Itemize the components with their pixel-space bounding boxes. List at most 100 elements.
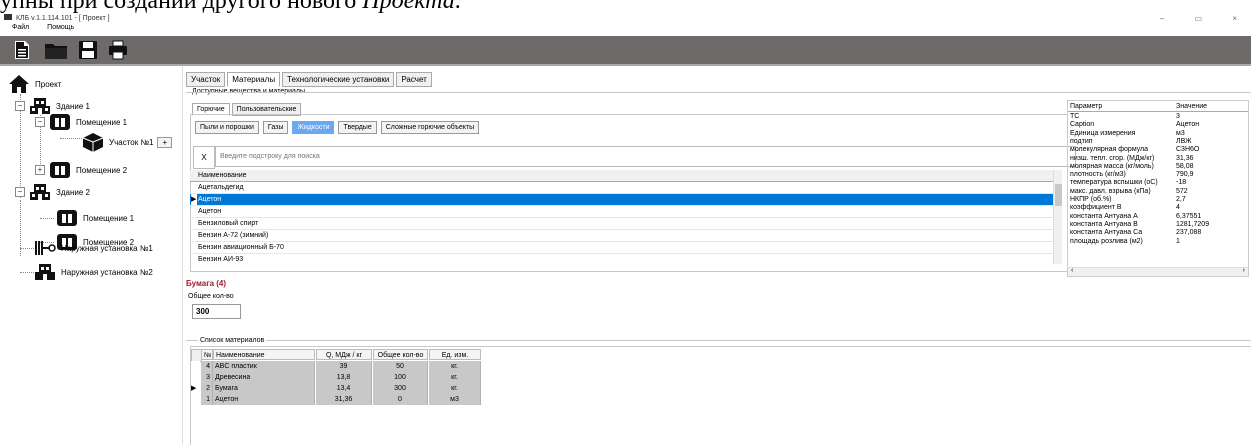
tree-node-section-1[interactable]: Участок №1 + xyxy=(82,132,173,152)
save-disk-icon[interactable] xyxy=(78,40,98,60)
substances-scrollbar[interactable] xyxy=(1053,170,1062,264)
tree-node-room-2-1[interactable]: Помещение 1 xyxy=(56,208,134,228)
category-solids-button[interactable]: Твердые xyxy=(338,121,377,134)
tree-node-room-1-2[interactable]: + Помещение 2 xyxy=(35,160,127,180)
scrollbar-thumb[interactable] xyxy=(1055,184,1062,206)
param-name: температура вспышки (оС) xyxy=(1070,179,1158,187)
search-clear-button[interactable]: X xyxy=(193,146,215,169)
table-row[interactable]: Ацетон xyxy=(190,206,1062,218)
category-liquids-button[interactable]: Жидкости xyxy=(292,121,335,134)
table-row[interactable]: 3 Древесина 13,8 100 кг. xyxy=(191,372,483,383)
quantity-input[interactable]: 300 xyxy=(192,304,241,319)
param-row[interactable]: ТС 3 xyxy=(1068,113,1248,121)
param-row[interactable]: площадь розлива (м2) 1 xyxy=(1068,238,1248,246)
menu-file[interactable]: Файл xyxy=(12,24,29,31)
table-row[interactable]: ▶ 2 Бумага 13,4 300 кг. xyxy=(191,383,483,394)
cell: Бумага xyxy=(213,383,315,394)
param-row[interactable]: молярная масса (кг/моль) 58,08 xyxy=(1068,163,1248,171)
scroll-left-icon[interactable]: ‹ xyxy=(1071,267,1073,274)
param-name: коэффициент В xyxy=(1070,204,1122,212)
param-name: константа Антуана Са xyxy=(1070,229,1143,237)
open-folder-icon[interactable] xyxy=(44,40,68,60)
tree-node-room-1-1[interactable]: − Помещение 1 xyxy=(35,112,127,132)
window-controls[interactable]: – ▭ × xyxy=(1160,14,1251,23)
tree-label-building-1: Здание 1 xyxy=(56,101,90,111)
table-row[interactable]: Бензин авиационный Б-70 xyxy=(190,242,1062,254)
tab-calculation[interactable]: Расчет xyxy=(396,72,432,87)
new-document-icon[interactable] xyxy=(12,40,32,60)
cell: 1 xyxy=(201,394,213,405)
tree-label-outdoor-2: Наружная установка №2 xyxy=(61,267,153,277)
column-header: Общее кол-во xyxy=(373,349,428,360)
param-value: 237,088 xyxy=(1176,229,1202,237)
table-row[interactable]: Бензиловый спирт xyxy=(190,218,1062,230)
tab-tech-installations[interactable]: Технологические установки xyxy=(282,72,395,87)
param-row[interactable]: молекулярная формула C3H6O xyxy=(1068,146,1248,154)
project-tree: Проект − Здание 1 − Помещение 1 Участок … xyxy=(0,68,182,444)
param-name: молярная масса (кг/моль) xyxy=(1070,162,1154,170)
cell: 31,36 xyxy=(316,394,372,405)
param-row[interactable]: низш. тепл. сгор. (МДж/кг) 31,36 xyxy=(1068,155,1248,163)
category-complex-button[interactable]: Сложные горючие объекты xyxy=(380,121,480,134)
table-row[interactable]: Бензин А-72 (зимний) xyxy=(190,230,1062,242)
table-row[interactable]: 4 ABC пластик 39 50 кг. xyxy=(191,361,483,372)
section-cube-icon xyxy=(82,133,104,152)
param-value: 3 xyxy=(1176,113,1180,120)
param-row[interactable]: макс. давл. взрыва (кПа) 572 xyxy=(1068,188,1248,196)
param-row[interactable]: подтип ЛВЖ xyxy=(1068,138,1248,146)
column-header: Q, МДж / кг xyxy=(316,349,372,360)
param-row[interactable]: константа Антуана В 1281,7209 xyxy=(1068,221,1248,229)
table-row[interactable]: Бензин АИ-93 xyxy=(190,254,1062,264)
tree-node-outdoor-1[interactable]: Наружная установка №1 xyxy=(34,238,153,258)
param-name: низш. тепл. сгор. (МДж/кг) xyxy=(1070,154,1155,162)
cell: кг. xyxy=(429,372,481,383)
param-name: плотность (кг/м3) xyxy=(1070,171,1126,179)
param-value: ЛВЖ xyxy=(1176,137,1192,145)
tree-node-outdoor-2[interactable]: Наружная установка №2 xyxy=(34,262,153,282)
param-name: молекулярная формула xyxy=(1070,146,1149,154)
param-row[interactable]: НКПР (об.%) 2,7 xyxy=(1068,196,1248,204)
search-input[interactable] xyxy=(215,146,1076,167)
cell: 50 xyxy=(373,361,428,372)
param-name: подтип xyxy=(1070,137,1093,145)
param-row[interactable]: Единица измерения м3 xyxy=(1068,130,1248,138)
building-icon xyxy=(30,184,50,200)
param-name: константа Антуана В xyxy=(1070,220,1138,228)
collapse-icon[interactable]: − xyxy=(15,187,25,197)
table-row-selected[interactable]: ▶ Ацетон xyxy=(190,194,1062,206)
substance-name: Бензин АИ-93 xyxy=(198,256,244,263)
category-gases-button[interactable]: Газы xyxy=(262,121,289,134)
param-row[interactable]: Caption Ацетон xyxy=(1068,121,1248,129)
tab-materials[interactable]: Материалы xyxy=(227,72,281,87)
print-icon[interactable] xyxy=(108,40,128,60)
param-row[interactable]: коэффициент В 4 xyxy=(1068,204,1248,212)
tab-section[interactable]: Участок xyxy=(186,72,226,87)
cell: 13,4 xyxy=(316,383,372,394)
expand-icon[interactable]: + xyxy=(35,165,45,175)
table-row[interactable]: 1 Ацетон 31,36 0 м3 xyxy=(191,394,483,405)
cell: 13,8 xyxy=(316,372,372,383)
param-row[interactable]: температура вспышки (оС) -18 xyxy=(1068,179,1248,187)
scroll-right-icon[interactable]: › xyxy=(1243,267,1245,274)
param-row[interactable]: константа Антуана А 6,37551 xyxy=(1068,213,1248,221)
collapse-icon[interactable]: − xyxy=(15,101,25,111)
param-value: 1 xyxy=(1176,237,1180,245)
cell: 3 xyxy=(201,372,213,383)
category-dusts-button[interactable]: Пыли и порошки xyxy=(195,121,259,134)
menu-help[interactable]: Помощь xyxy=(47,24,74,31)
column-header: Наименование xyxy=(213,349,315,360)
parameters-header: Параметр Значение xyxy=(1068,103,1248,112)
parameters-h-scrollbar[interactable]: ‹ › xyxy=(1068,267,1248,276)
param-value: 31,36 xyxy=(1176,154,1194,162)
param-row[interactable]: плотность (кг/м3) 790,9 xyxy=(1068,171,1248,179)
room-icon xyxy=(50,162,70,178)
tree-node-project[interactable]: Проект xyxy=(8,74,61,94)
add-section-button[interactable]: + xyxy=(157,136,173,148)
cell: кг. xyxy=(429,361,481,372)
param-row[interactable]: константа Антуана Са 237,088 xyxy=(1068,229,1248,237)
tree-node-building-2[interactable]: − Здание 2 xyxy=(15,182,90,202)
materials-header: № Наименование Q, МДж / кг Общее кол-во Ед. … xyxy=(191,349,483,362)
table-row[interactable]: Ацетальдегид xyxy=(190,182,1062,194)
cell: 2 xyxy=(201,383,213,394)
collapse-icon[interactable]: − xyxy=(35,117,45,127)
